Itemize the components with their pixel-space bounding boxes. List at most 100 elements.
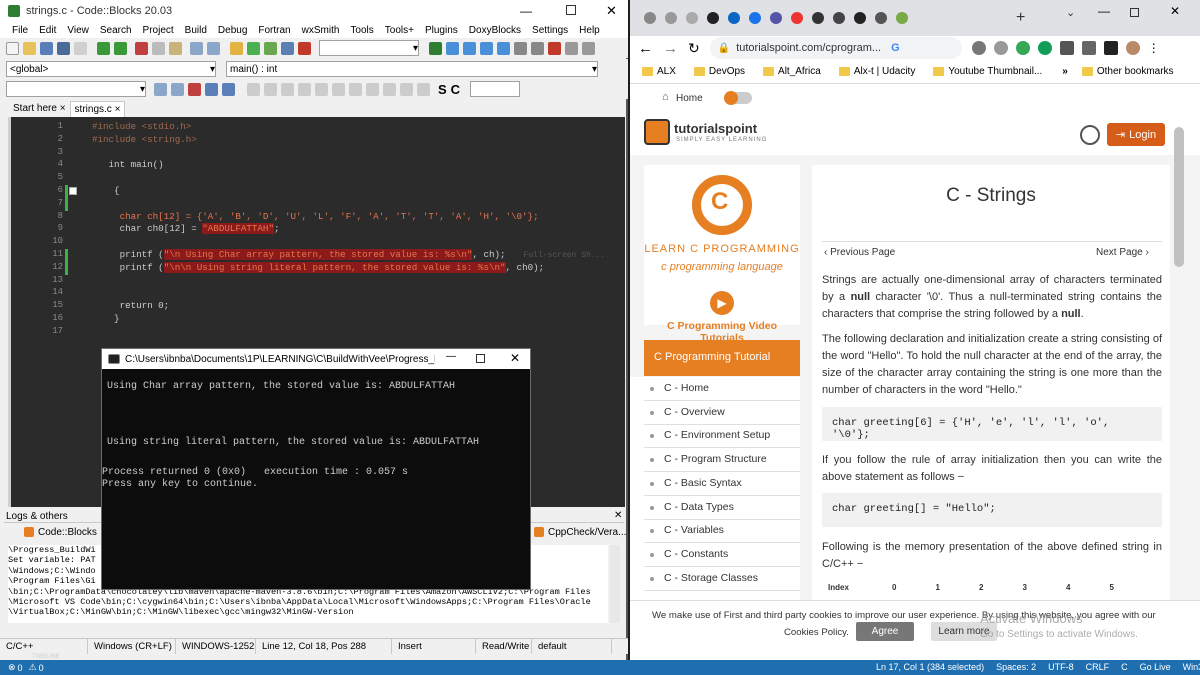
prev-bookmark-icon[interactable]	[332, 82, 345, 96]
symbol-combo[interactable]	[470, 81, 521, 97]
tab-start-here[interactable]: Start here ×	[9, 101, 70, 117]
browser-minimize-button[interactable]: —	[1098, 4, 1110, 18]
clear-bookmarks-icon[interactable]	[366, 82, 379, 96]
bookmark-4[interactable]: Alx-t | Udacity	[838, 66, 915, 77]
menu-tools-[interactable]: Tools+	[385, 25, 414, 36]
bookmarks-more-icon[interactable]: »	[1062, 66, 1068, 77]
new-file-icon[interactable]	[6, 41, 19, 55]
step-into-icon[interactable]	[480, 41, 493, 55]
run-to-cursor-icon[interactable]	[446, 41, 459, 55]
find-icon[interactable]	[190, 41, 203, 55]
browser-close-button[interactable]: ✕	[1170, 4, 1180, 18]
puzzle-icon[interactable]	[1081, 41, 1096, 55]
logo-text[interactable]: tutorialspoint	[674, 121, 757, 136]
sidebar-item[interactable]: C - Home	[644, 377, 800, 401]
rebuild-icon[interactable]	[281, 41, 294, 55]
close-button[interactable]: ✕	[606, 3, 617, 19]
browser-menu-icon[interactable]: ⋮	[1148, 41, 1160, 55]
side-panel-icon[interactable]	[1103, 41, 1118, 55]
status-item[interactable]: CRLF	[1086, 662, 1110, 672]
highlight-icon[interactable]	[188, 82, 201, 96]
sidebar-item[interactable]: C - Constants	[644, 543, 800, 567]
console-maximize-button[interactable]	[476, 354, 485, 363]
sidebar-item[interactable]: C - Storage Classes	[644, 567, 800, 591]
tab-strings-c[interactable]: strings.c ×	[69, 101, 126, 117]
symbol-c-icon[interactable]: C	[451, 82, 460, 97]
menu-debug[interactable]: Debug	[218, 25, 247, 36]
function-select[interactable]: main() : int ▾	[226, 61, 598, 77]
home-link[interactable]: Home	[676, 93, 703, 104]
sidebar-item[interactable]: C - Basic Syntax	[644, 472, 800, 496]
sidebar-item[interactable]: C - Environment Setup	[644, 424, 800, 449]
zoom-out-icon[interactable]	[400, 82, 413, 96]
pinned-tab-icon[interactable]	[896, 12, 908, 24]
bookmark-3[interactable]: Alt_Africa	[763, 66, 821, 77]
new-tab-button[interactable]: +	[1016, 9, 1025, 27]
fold-icon[interactable]	[281, 82, 294, 96]
console-close-button[interactable]: ✕	[510, 351, 520, 365]
address-bar[interactable]: 🔒 tutorialspoint.com/cprogram... G	[709, 37, 962, 59]
sidebar-item[interactable]: C - Variables	[644, 519, 800, 544]
stop-debug-icon[interactable]	[548, 41, 561, 55]
save-all-icon[interactable]	[57, 41, 70, 55]
google-icon[interactable]: G	[891, 42, 900, 54]
unfold-icon[interactable]	[298, 82, 311, 96]
tutorial-heading[interactable]: C Programming Tutorial	[644, 340, 800, 376]
pinned-tab-icon[interactable]	[707, 12, 719, 24]
warning-icon[interactable]: ⚠	[29, 662, 37, 673]
step-instruction-icon[interactable]	[531, 41, 544, 55]
browser-maximize-button[interactable]	[1130, 8, 1139, 17]
menu-doxyblocks[interactable]: DoxyBlocks	[469, 25, 521, 36]
run-icon[interactable]	[247, 41, 260, 55]
pinned-tab-icon[interactable]	[728, 12, 740, 24]
status-item[interactable]: Spaces: 2	[996, 662, 1036, 672]
logs-scrollbar[interactable]	[610, 545, 620, 623]
menu-wxsmith[interactable]: wxSmith	[302, 25, 340, 36]
cut-icon[interactable]	[135, 41, 148, 55]
sidebar-item[interactable]: C - Program Structure	[644, 448, 800, 473]
open-file-icon[interactable]	[23, 41, 36, 55]
symbol-s-icon[interactable]: S	[438, 82, 447, 97]
tab-close-icon[interactable]: ×	[60, 103, 66, 114]
status-item[interactable]: Win32	[1183, 662, 1200, 672]
back-icon[interactable]: ←	[638, 40, 653, 57]
reload-icon[interactable]: ↻	[688, 40, 700, 57]
menu-plugins[interactable]: Plugins	[425, 25, 458, 36]
jump-back-icon[interactable]	[154, 82, 167, 96]
undo-icon[interactable]	[97, 41, 110, 55]
learn-c-banner[interactable]: C LEARN C PROGRAMMING c programming lang…	[644, 165, 800, 325]
menu-view[interactable]: View	[67, 25, 89, 36]
menu-project[interactable]: Project	[143, 25, 174, 36]
minimize-button[interactable]: —	[520, 4, 532, 18]
logs-tab-codeblocks[interactable]: Code::Blocks	[24, 527, 97, 538]
scope-select[interactable]: <global> ▾	[6, 61, 216, 77]
pinned-tab-icon[interactable]	[791, 12, 803, 24]
status-item[interactable]: Go Live	[1140, 662, 1171, 672]
menu-file[interactable]: File	[12, 25, 28, 36]
cookies-policy-link[interactable]: Cookies Policy.	[784, 627, 849, 638]
tab-close-icon[interactable]: ×	[115, 104, 121, 115]
login-button[interactable]: ⇥ Login	[1107, 123, 1165, 146]
build-and-run-icon[interactable]	[264, 41, 277, 55]
forward-icon[interactable]: →	[663, 40, 678, 57]
menu-build[interactable]: Build	[185, 25, 207, 36]
match-case-icon[interactable]	[205, 82, 218, 96]
page-scrollbar[interactable]	[1174, 127, 1184, 267]
toggle-bookmark-icon[interactable]	[315, 82, 328, 96]
theme-toggle[interactable]	[724, 91, 752, 105]
bookmark-5[interactable]: Youtube Thumbnail...	[933, 66, 1042, 77]
logs-tab-cppcheck[interactable]: CppCheck/Vera...	[534, 527, 626, 538]
status-item[interactable]: Ln 17, Col 1 (384 selected)	[876, 662, 984, 672]
bookmark-6[interactable]: Other bookmarks	[1081, 66, 1174, 77]
menu-edit[interactable]: Edit	[39, 25, 56, 36]
user-icon[interactable]	[1080, 125, 1100, 145]
previous-page-link[interactable]: ‹ Previous Page	[824, 247, 895, 258]
build-icon[interactable]	[230, 41, 243, 55]
replace-icon[interactable]	[207, 41, 220, 55]
debug-windows-icon[interactable]	[565, 41, 578, 55]
console-minimize-button[interactable]: —	[446, 351, 456, 362]
share-icon[interactable]	[971, 41, 986, 55]
browser-tab-menu-icon[interactable]: ⌄	[1066, 6, 1075, 19]
next-bookmark-icon[interactable]	[349, 82, 362, 96]
error-icon[interactable]: ⊗	[8, 662, 16, 673]
